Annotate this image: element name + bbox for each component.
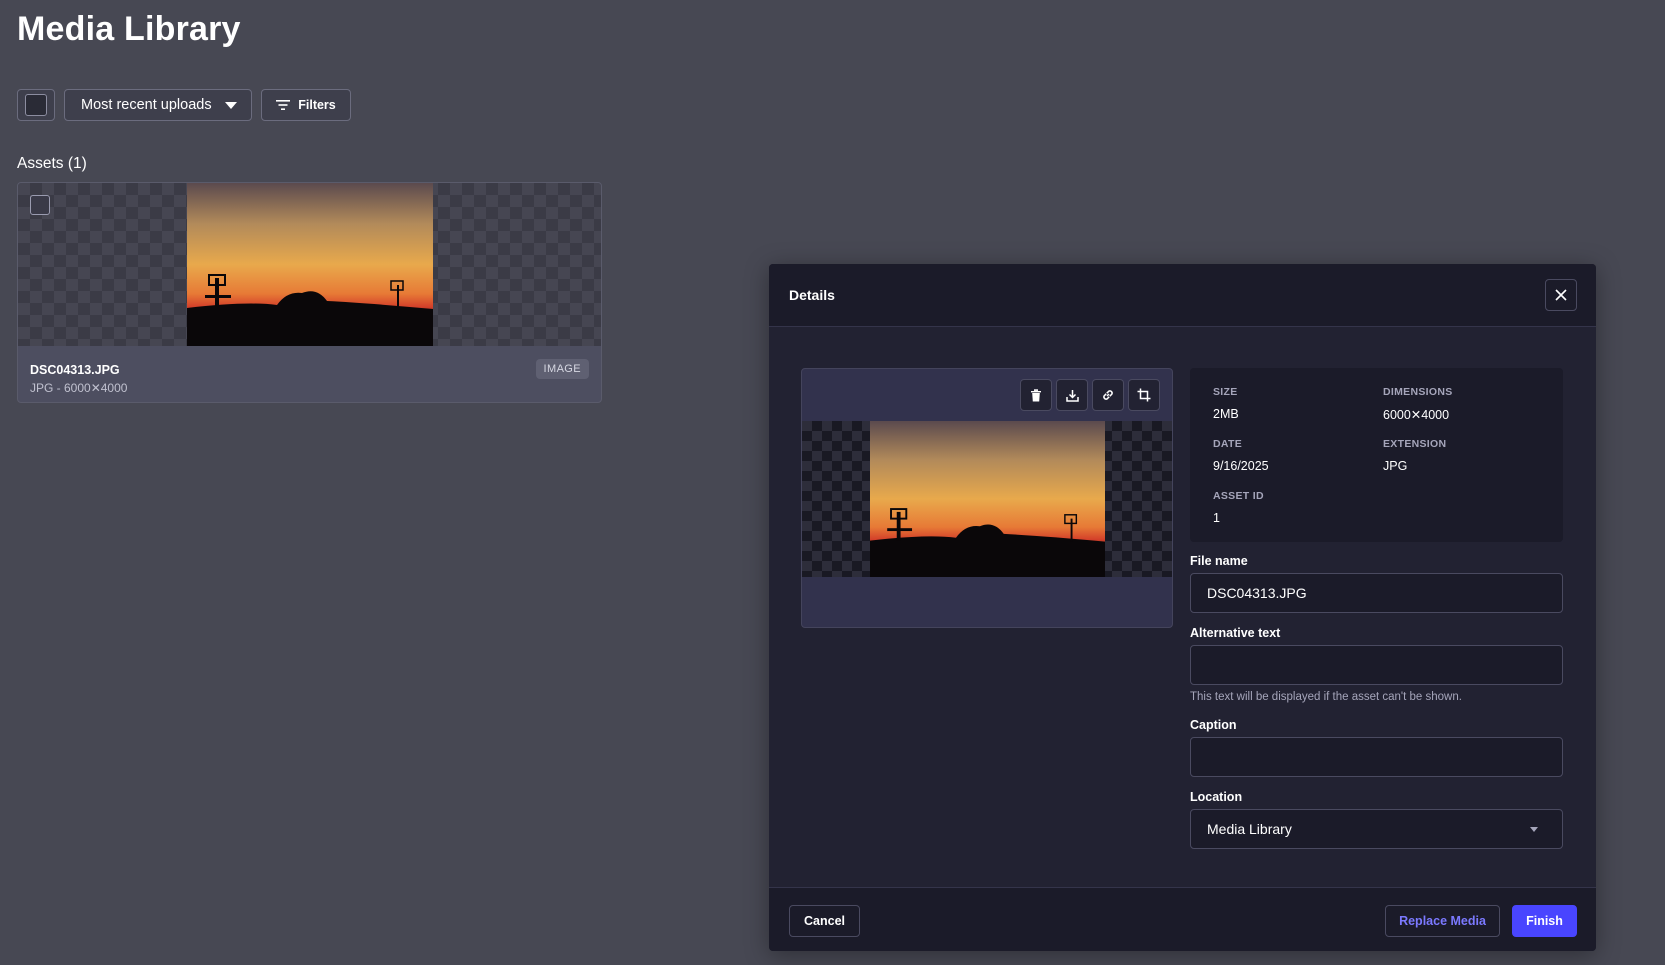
select-all-checkbox[interactable] [17,89,55,121]
preview-image-area [802,421,1172,577]
info-dimensions-value: 6000✕4000 [1383,408,1450,422]
caption-label: Caption [1190,718,1237,732]
sort-select[interactable]: Most recent uploads [64,89,252,121]
filters-button-label: Filters [298,98,336,112]
sort-select-label: Most recent uploads [81,97,212,113]
caret-down-icon [225,101,237,109]
info-size-label: SIZE [1213,386,1238,398]
info-extension-value: JPG [1383,459,1408,473]
file-name-input[interactable] [1190,573,1563,613]
finish-button[interactable]: Finish [1512,905,1577,937]
filter-icon [276,100,291,110]
select-all-checkbox-box [25,94,47,116]
toolbar: Most recent uploads Filters [17,89,351,121]
delete-button[interactable] [1020,379,1052,411]
asset-thumbnail [18,183,601,346]
alt-text-hint: This text will be displayed if the asset… [1190,691,1462,703]
asset-info-panel: SIZE 2MB DIMENSIONS 6000✕4000 DATE 9/16/… [1190,368,1563,542]
crop-button[interactable] [1128,379,1160,411]
info-asset-id: ASSET ID 1 [1213,490,1264,525]
cancel-button[interactable]: Cancel [789,905,860,937]
close-icon [1555,289,1567,301]
info-asset-id-value: 1 [1213,511,1220,525]
info-date: DATE 9/16/2025 [1213,438,1269,473]
details-modal: Details SIZE 2MB DIMENSIONS 6000✕4000 DA… [769,264,1596,951]
info-dimensions: DIMENSIONS 6000✕4000 [1383,386,1453,422]
preview-actions [1020,379,1160,411]
modal-header: Details [769,264,1596,327]
download-icon [1065,389,1079,402]
alt-text-label: Alternative text [1190,626,1281,640]
file-name-label: File name [1190,554,1248,568]
asset-subtitle: JPG - 6000✕4000 [30,381,128,395]
info-size-value: 2MB [1213,407,1239,421]
caption-input[interactable] [1190,737,1563,777]
link-icon [1103,390,1113,400]
download-button[interactable] [1056,379,1088,411]
trash-icon [1031,388,1041,401]
info-date-label: DATE [1213,438,1243,450]
filters-button[interactable]: Filters [261,89,351,121]
copy-link-button[interactable] [1092,379,1124,411]
info-size: SIZE 2MB [1213,386,1239,421]
asset-meta: DSC04313.JPG JPG - 6000✕4000 IMAGE [18,346,601,402]
alt-text-input[interactable] [1190,645,1563,685]
close-button[interactable] [1545,279,1577,311]
info-extension-label: EXTENSION [1383,438,1447,450]
asset-thumbnail-image [187,183,433,346]
preview-image [870,421,1105,577]
location-select-value: Media Library [1207,821,1292,837]
page-title: Media Library [17,10,241,48]
modal-title: Details [789,287,835,303]
asset-preview [801,368,1173,628]
asset-name: DSC04313.JPG [30,363,120,377]
location-label: Location [1190,790,1243,804]
info-date-value: 9/16/2025 [1213,459,1269,473]
assets-heading: Assets (1) [17,155,87,172]
crop-icon [1137,388,1151,402]
asset-type-badge: IMAGE [535,359,589,379]
asset-card[interactable]: DSC04313.JPG JPG - 6000✕4000 IMAGE [17,182,602,403]
location-select[interactable]: Media Library [1190,809,1563,849]
info-extension: EXTENSION JPG [1383,438,1446,473]
modal-footer: Cancel Replace Media Finish [769,887,1596,951]
replace-media-button[interactable]: Replace Media [1385,905,1500,937]
chevron-down-icon [1530,826,1538,832]
asset-checkbox[interactable] [30,195,50,215]
info-dimensions-label: DIMENSIONS [1383,386,1453,398]
info-asset-id-label: ASSET ID [1213,490,1264,502]
